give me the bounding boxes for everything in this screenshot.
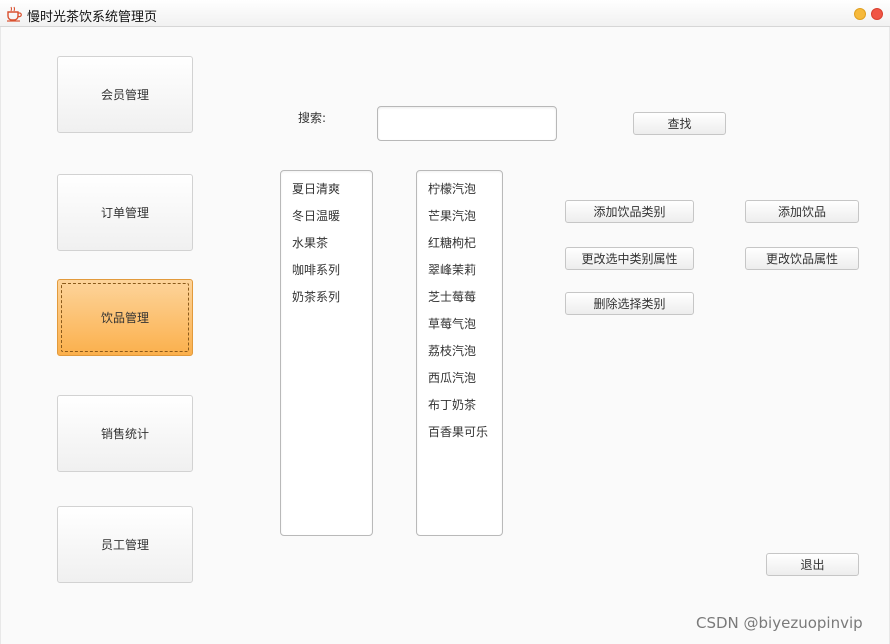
- list-item[interactable]: 布丁奶茶: [428, 396, 476, 413]
- minimize-button[interactable]: [854, 8, 866, 20]
- delete-category-button[interactable]: 删除选择类别: [565, 292, 694, 315]
- edit-drink-button[interactable]: 更改饮品属性: [745, 247, 859, 270]
- close-button[interactable]: [871, 8, 883, 20]
- list-item[interactable]: 西瓜汽泡: [428, 369, 476, 386]
- exit-button[interactable]: 退出: [766, 553, 859, 576]
- list-item[interactable]: 夏日清爽: [292, 180, 340, 197]
- search-input[interactable]: [377, 106, 557, 141]
- nav-label: 饮品管理: [100, 311, 149, 325]
- nav-label: 员工管理: [100, 538, 149, 552]
- list-item[interactable]: 柠檬汽泡: [428, 180, 476, 197]
- list-item[interactable]: 水果茶: [292, 234, 328, 251]
- nav-sales-statistics[interactable]: 销售统计: [57, 395, 193, 472]
- list-item[interactable]: 芒果汽泡: [428, 207, 476, 224]
- find-button[interactable]: 查找: [633, 112, 726, 135]
- list-item[interactable]: 咖啡系列: [292, 261, 340, 278]
- drink-list[interactable]: 柠檬汽泡 芒果汽泡 红糖枸杞 翠峰茉莉 芝士莓莓 草莓气泡 荔枝汽泡 西瓜汽泡 …: [416, 170, 503, 536]
- watermark: CSDN @biyezuopinvip: [696, 614, 863, 632]
- add-drink-button[interactable]: 添加饮品: [745, 200, 859, 223]
- list-item[interactable]: 冬日温暖: [292, 207, 340, 224]
- edit-category-button[interactable]: 更改选中类别属性: [565, 247, 694, 270]
- add-category-button[interactable]: 添加饮品类别: [565, 200, 694, 223]
- search-label: 搜索:: [298, 111, 327, 125]
- list-item[interactable]: 翠峰茉莉: [428, 261, 476, 278]
- list-item[interactable]: 红糖枸杞: [428, 234, 476, 251]
- window-title: 慢时光茶饮系统管理页: [27, 10, 158, 25]
- nav-order-management[interactable]: 订单管理: [57, 174, 193, 251]
- nav-label: 会员管理: [100, 88, 149, 102]
- list-item[interactable]: 荔枝汽泡: [428, 342, 476, 359]
- nav-member-management[interactable]: 会员管理: [57, 56, 193, 133]
- nav-drink-management[interactable]: 饮品管理: [57, 279, 193, 356]
- nav-staff-management[interactable]: 员工管理: [57, 506, 193, 583]
- teacup-icon: [7, 6, 22, 22]
- category-list[interactable]: 夏日清爽 冬日温暖 水果茶 咖啡系列 奶茶系列: [280, 170, 373, 536]
- list-item[interactable]: 草莓气泡: [428, 315, 476, 332]
- list-item[interactable]: 奶茶系列: [292, 288, 340, 305]
- list-item[interactable]: 芝士莓莓: [428, 288, 476, 305]
- nav-label: 订单管理: [100, 206, 149, 220]
- nav-label: 销售统计: [100, 427, 149, 441]
- list-item[interactable]: 百香果可乐: [428, 423, 488, 440]
- title-bar: 慢时光茶饮系统管理页: [0, 0, 890, 27]
